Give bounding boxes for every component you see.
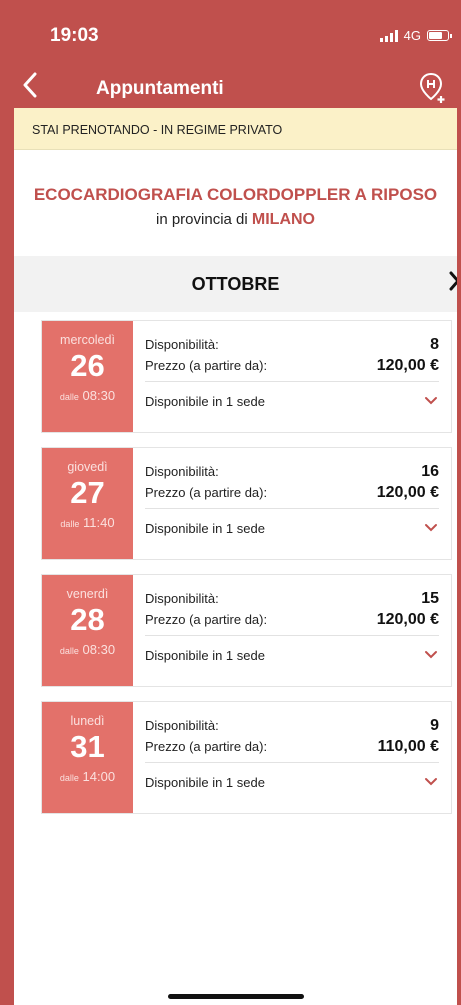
- chevron-left-icon: [23, 72, 37, 98]
- locations-label: Disponibile in 1 sede: [145, 774, 265, 790]
- price-row: Prezzo (a partire da): 120,00 €: [145, 483, 439, 509]
- left-frame: [0, 0, 14, 1005]
- slot-weekday: giovedì: [67, 460, 108, 474]
- chevron-down-icon: [425, 778, 437, 786]
- locations-label: Disponibile in 1 sede: [145, 647, 265, 663]
- locations-label: Disponibile in 1 sede: [145, 393, 265, 409]
- from-label: dalle: [60, 519, 80, 529]
- price-label: Prezzo (a partire da):: [145, 358, 268, 373]
- slot-start-time: dalle 14:00: [42, 769, 133, 784]
- slot-card[interactable]: mercoledì 26 dalle 08:30 Disponibilità: …: [41, 320, 452, 433]
- price-label: Prezzo (a partire da):: [145, 485, 268, 500]
- exam-location: in provincia di MILANO: [14, 211, 457, 229]
- signal-icon: [379, 29, 398, 42]
- from-label: dalle: [59, 646, 79, 656]
- chevron-down-icon: [425, 651, 437, 659]
- slot-info: Disponibilità: 16 Prezzo (a partire da):…: [133, 448, 451, 559]
- app-screen: 19:03 4G Appuntamenti STAI PRENOTANDO - …: [14, 0, 457, 1005]
- status-bar: 19:03 4G: [14, 0, 457, 68]
- location-pin-plus-icon: [419, 72, 445, 103]
- price-value: 120,00 €: [376, 356, 439, 374]
- price-row: Prezzo (a partire da): 120,00 €: [145, 610, 439, 636]
- availability-row: Disponibilità: 15: [145, 575, 439, 612]
- price-value: 120,00 €: [376, 610, 439, 628]
- slot-start-time: dalle 08:30: [42, 388, 133, 403]
- chevron-right-icon: [449, 271, 457, 291]
- date-box: venerdì 28 dalle 08:30: [42, 575, 133, 686]
- slot-start-time: dalle 08:30: [42, 642, 133, 657]
- availability-value: 9: [430, 716, 439, 734]
- slot-card[interactable]: giovedì 27 dalle 11:40 Disponibilità: 16…: [41, 447, 452, 560]
- next-month-button[interactable]: [449, 270, 457, 298]
- exam-title: ECOCARDIOGRAFIA COLORDOPPLER A RIPOSO: [33, 185, 438, 204]
- booking-mode-banner: STAI PRENOTANDO - IN REGIME PRIVATO: [14, 108, 457, 150]
- slot-time: 08:30: [82, 388, 116, 403]
- availability-row: Disponibilità: 16: [145, 448, 439, 485]
- slot-day: 26: [70, 348, 105, 383]
- city-name: MILANO: [251, 211, 315, 228]
- slot-time: 14:00: [82, 769, 116, 784]
- slot-list: mercoledì 26 dalle 08:30 Disponibilità: …: [14, 312, 457, 814]
- status-indicators: 4G: [379, 28, 452, 43]
- price-row: Prezzo (a partire da): 110,00 €: [145, 737, 439, 763]
- status-time: 19:03: [50, 25, 99, 46]
- availability-row: Disponibilità: 8: [145, 321, 439, 358]
- home-indicator: [168, 994, 304, 999]
- slot-info: Disponibilità: 15 Prezzo (a partire da):…: [133, 575, 451, 686]
- availability-value: 15: [421, 589, 439, 607]
- slot-time: 08:30: [82, 642, 116, 657]
- availability-label: Disponibilità:: [145, 718, 219, 733]
- locations-label: Disponibile in 1 sede: [145, 520, 265, 536]
- date-box: giovedì 27 dalle 11:40: [42, 448, 133, 559]
- slot-time: 11:40: [83, 515, 115, 530]
- availability-row: Disponibilità: 9: [145, 702, 439, 739]
- locations-toggle[interactable]: Disponibile in 1 sede: [145, 382, 439, 420]
- price-value: 120,00 €: [376, 483, 439, 501]
- price-label: Prezzo (a partire da):: [145, 612, 268, 627]
- slot-weekday: lunedì: [70, 714, 105, 728]
- nav-bar: Appuntamenti: [14, 68, 457, 108]
- right-frame: [457, 0, 461, 1005]
- back-button[interactable]: [22, 72, 38, 103]
- availability-label: Disponibilità:: [145, 591, 219, 606]
- page-title: Appuntamenti: [96, 78, 224, 99]
- slot-info: Disponibilità: 8 Prezzo (a partire da): …: [133, 321, 451, 432]
- availability-label: Disponibilità:: [145, 464, 219, 479]
- date-box: mercoledì 26 dalle 08:30: [42, 321, 133, 432]
- from-label: dalle: [59, 392, 79, 402]
- slot-day: 27: [70, 475, 105, 510]
- slot-weekday: mercoledì: [60, 333, 115, 347]
- hospital-location-button[interactable]: [419, 72, 447, 109]
- slot-info: Disponibilità: 9 Prezzo (a partire da): …: [133, 702, 451, 813]
- slot-day: 31: [70, 729, 105, 764]
- province-prefix: in provincia di: [156, 211, 248, 228]
- slot-start-time: dalle 11:40: [42, 515, 133, 530]
- price-value: 110,00 €: [377, 737, 439, 755]
- locations-toggle[interactable]: Disponibile in 1 sede: [145, 763, 439, 801]
- month-selector: OTTOBRE: [14, 256, 457, 312]
- month-label: OTTOBRE: [191, 274, 280, 294]
- locations-toggle[interactable]: Disponibile in 1 sede: [145, 509, 439, 547]
- locations-toggle[interactable]: Disponibile in 1 sede: [145, 636, 439, 674]
- availability-value: 8: [430, 335, 439, 353]
- slot-card[interactable]: lunedì 31 dalle 14:00 Disponibilità: 9 P…: [41, 701, 452, 814]
- price-row: Prezzo (a partire da): 120,00 €: [145, 356, 439, 382]
- date-box: lunedì 31 dalle 14:00: [42, 702, 133, 813]
- price-label: Prezzo (a partire da):: [145, 739, 268, 754]
- from-label: dalle: [59, 773, 79, 783]
- availability-value: 16: [421, 462, 439, 480]
- slot-weekday: venerdì: [66, 587, 109, 601]
- network-label: 4G: [403, 28, 421, 43]
- slot-card[interactable]: venerdì 28 dalle 08:30 Disponibilità: 15…: [41, 574, 452, 687]
- slot-day: 28: [70, 602, 105, 637]
- battery-icon: [427, 30, 452, 41]
- chevron-down-icon: [425, 524, 437, 532]
- availability-label: Disponibilità:: [145, 337, 219, 352]
- chevron-down-icon: [425, 397, 437, 405]
